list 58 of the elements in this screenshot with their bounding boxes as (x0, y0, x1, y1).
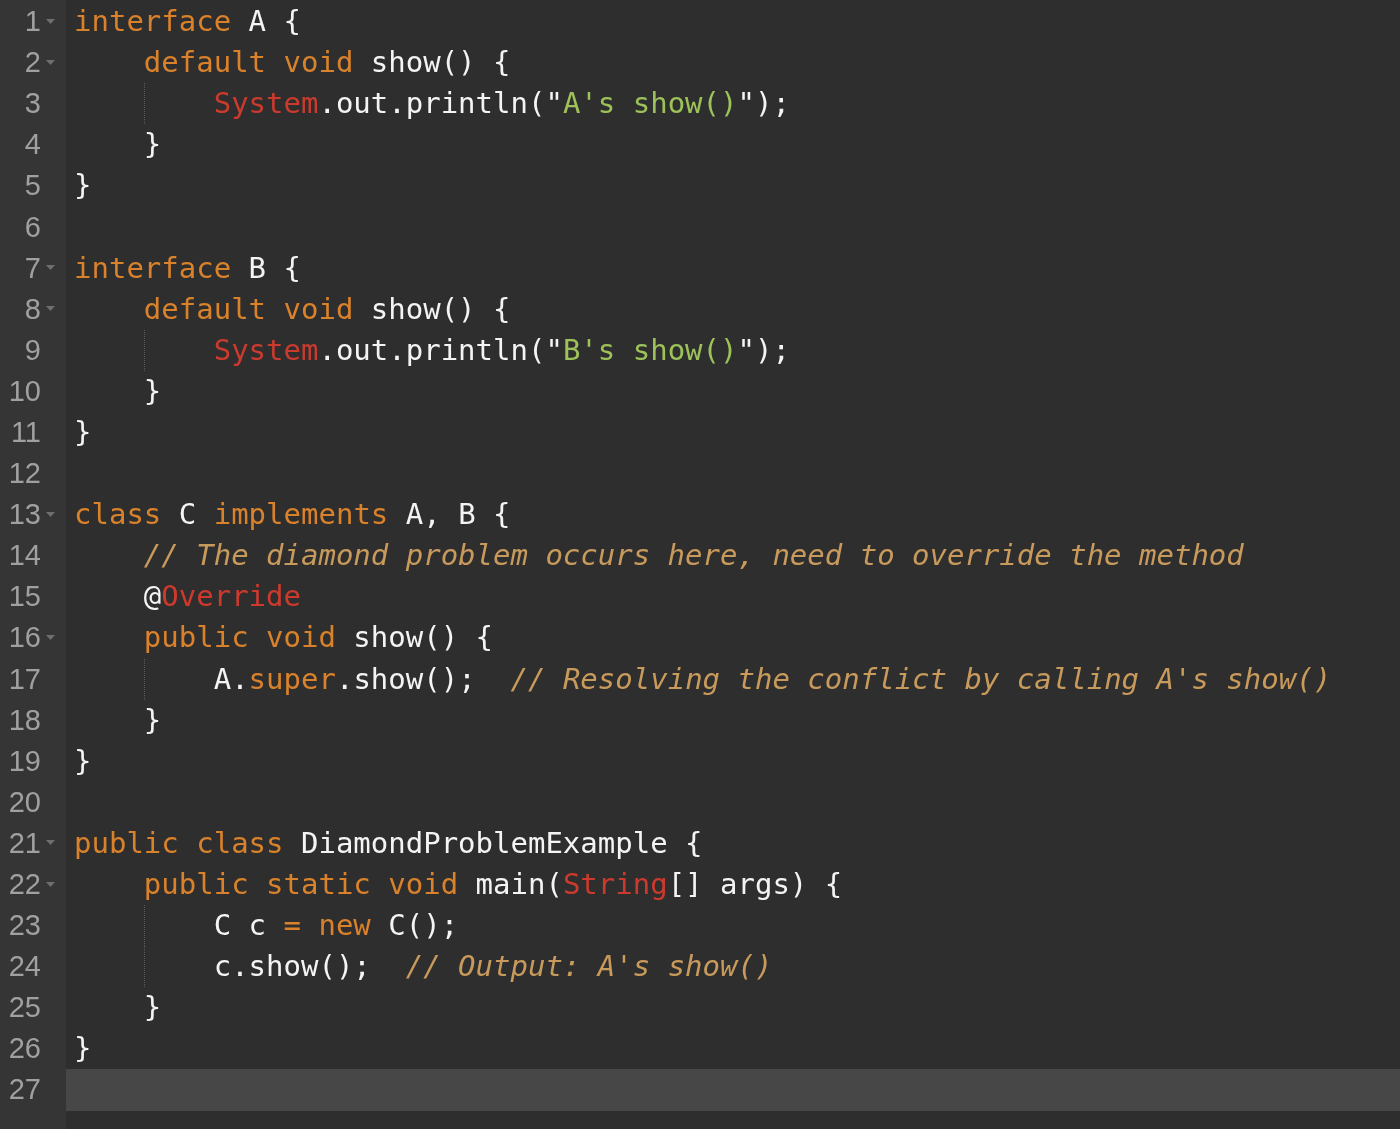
line-number: 9 (23, 335, 42, 365)
line-number: 19 (7, 746, 42, 776)
code-line: class C implements A, B { (74, 500, 511, 530)
code-line: } (142, 993, 162, 1023)
line-number: 14 (7, 541, 42, 571)
line-number: 10 (7, 376, 42, 406)
fold-arrow-icon[interactable] (46, 306, 55, 313)
line-number: 6 (23, 212, 42, 242)
line-number: 15 (7, 582, 42, 612)
code-line: public static void main(String[] args) { (142, 870, 843, 899)
code-line: @Override (142, 582, 301, 612)
code-line: // The diamond problem occurs here, need to override the method (142, 541, 1244, 571)
fold-arrow-icon[interactable] (46, 634, 55, 641)
code-line: } (74, 171, 92, 201)
code-line: interface B { (74, 253, 301, 283)
line-number: 1 (23, 7, 42, 37)
code-line: default void show() { (142, 294, 511, 324)
code-line: A.super.show(); // Resolving the conflict by calling A's show() (212, 664, 1332, 694)
fold-arrow-icon[interactable] (46, 881, 55, 888)
line-number: 26 (7, 1034, 42, 1064)
line-number: 27 (7, 1075, 42, 1105)
line-number: 24 (7, 952, 42, 982)
fold-arrow-icon[interactable] (46, 840, 55, 847)
line-number: 17 (7, 664, 42, 694)
fold-arrow-icon[interactable] (46, 59, 55, 66)
line-number: 12 (7, 459, 42, 489)
code-line: System.out.println("A's show()"); (212, 89, 790, 119)
line-number: 5 (23, 171, 42, 201)
code-line: } (142, 705, 162, 735)
fold-arrow-icon[interactable] (46, 511, 55, 518)
code-line: default void show() { (142, 48, 511, 78)
fold-arrow-icon[interactable] (46, 265, 55, 272)
code-line: } (74, 1034, 92, 1064)
line-number: 2 (23, 48, 42, 78)
line-number: 16 (7, 623, 42, 653)
code-line: } (142, 130, 162, 160)
code-line: C c = new C(); (212, 911, 459, 941)
code-line: } (74, 418, 92, 447)
line-number: 8 (23, 294, 42, 324)
code-line: public class DiamondProblemExample { (74, 828, 703, 858)
line-number: 7 (23, 253, 42, 283)
line-number: 13 (7, 500, 42, 530)
line-number: 21 (7, 828, 42, 858)
code-line: System.out.println("B's show()"); (212, 335, 790, 365)
line-number: 23 (7, 911, 42, 941)
code-line: c.show(); // Output: A's show() (212, 952, 773, 982)
code-line: interface A { (74, 7, 301, 37)
code-line: } (142, 376, 162, 406)
fold-arrow-icon[interactable] (46, 18, 55, 25)
code-line: public void show() { (142, 623, 494, 653)
line-number: 22 (7, 870, 42, 899)
line-number: 3 (23, 89, 42, 119)
line-number: 25 (7, 993, 42, 1023)
line-number: 4 (23, 130, 42, 160)
line-number: 20 (7, 787, 42, 817)
line-number: 18 (7, 705, 42, 735)
code-line: } (74, 746, 92, 776)
line-number: 11 (9, 418, 42, 447)
